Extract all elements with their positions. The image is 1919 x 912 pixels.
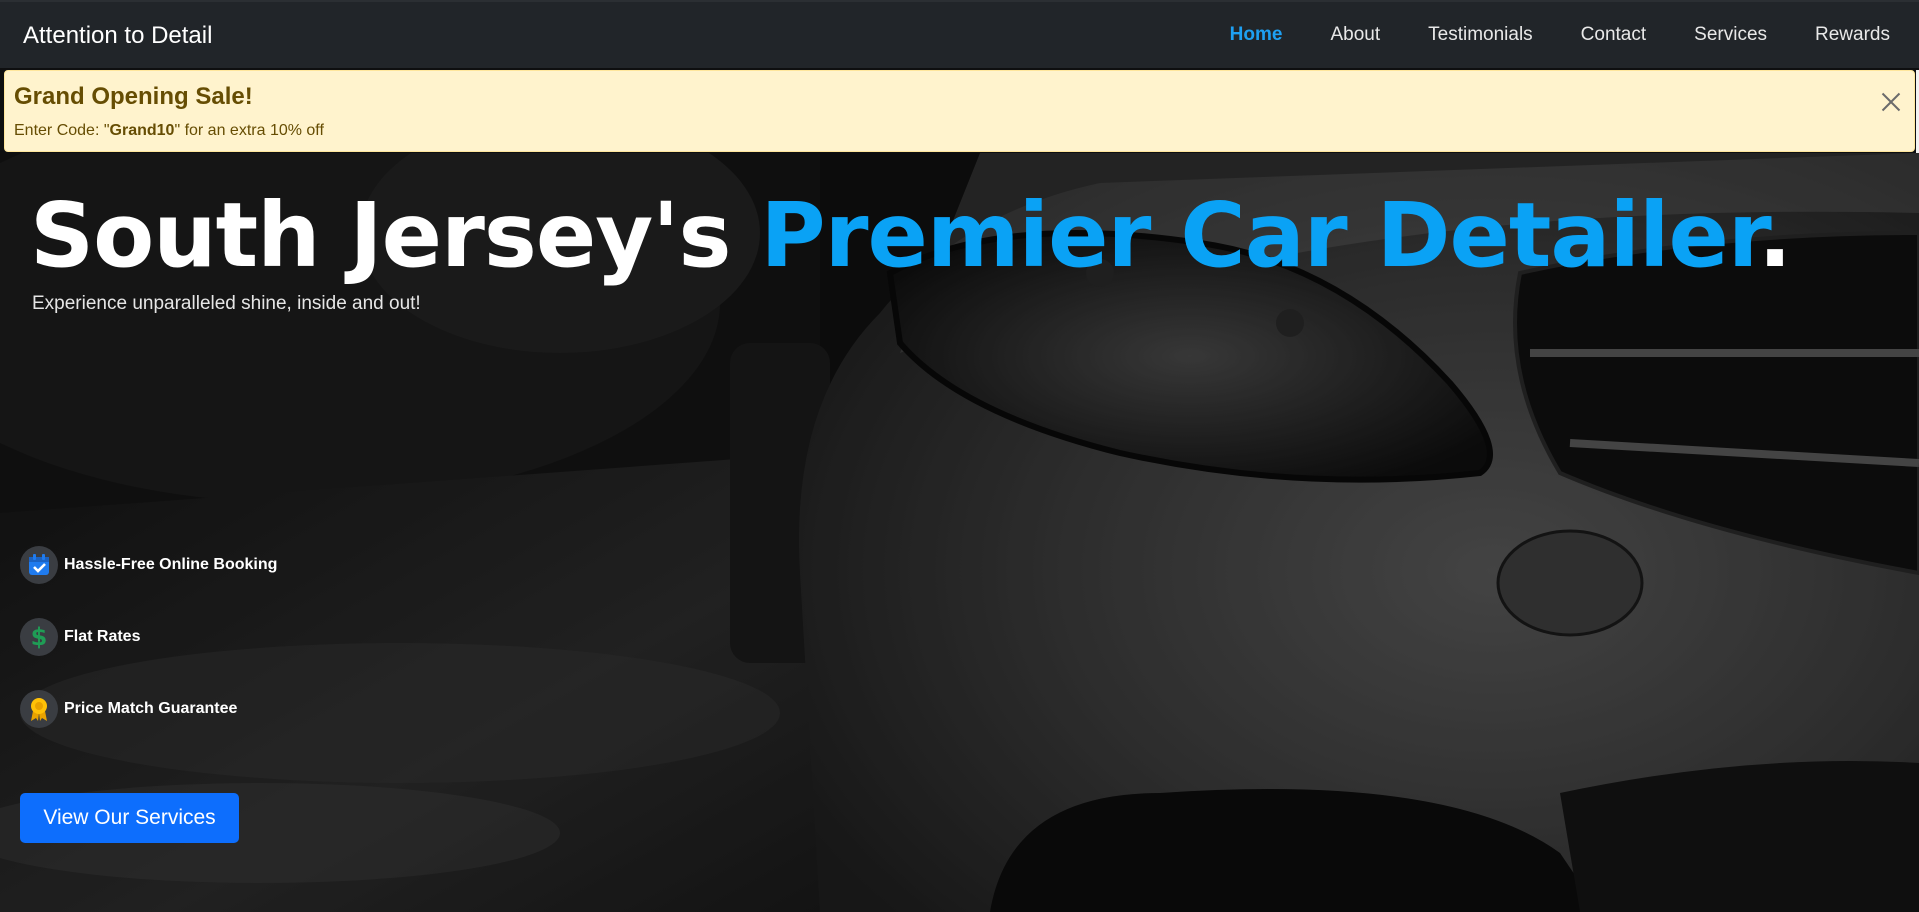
- feature-label: Hassle-Free Online Booking: [64, 556, 278, 573]
- alert-title: Grand Opening Sale!: [14, 83, 253, 110]
- nav-about[interactable]: About: [1330, 24, 1380, 46]
- alert-text-before: Enter Code: ": [14, 122, 110, 139]
- nav-services[interactable]: Services: [1694, 24, 1767, 46]
- calendar-check-icon: [20, 546, 58, 584]
- hero-title: South Jersey's Premier Car Detailer.: [30, 183, 1792, 287]
- promo-code: Grand10: [109, 122, 175, 139]
- navbar: Attention to Detail Home About Testimoni…: [0, 0, 1919, 68]
- hero-subtitle: Experience unparalleled shine, inside an…: [32, 293, 421, 314]
- hero-title-highlight: Premier Car Detailer: [760, 183, 1759, 287]
- nav-links: Home About Testimonials Contact Services…: [1182, 24, 1890, 46]
- nav-home[interactable]: Home: [1230, 24, 1283, 46]
- close-icon[interactable]: [1878, 89, 1904, 115]
- nav-testimonials[interactable]: Testimonials: [1428, 24, 1533, 46]
- feature-flat-rates: $ Flat Rates: [20, 618, 140, 656]
- promo-alert: Grand Opening Sale! Enter Code: "Grand10…: [4, 70, 1915, 152]
- svg-text:$: $: [31, 624, 48, 650]
- hero-title-part1: South Jersey's: [30, 183, 761, 287]
- dollar-icon: $: [20, 618, 58, 656]
- alert-text: Enter Code: "Grand10" for an extra 10% o…: [14, 122, 324, 140]
- hero-title-end: .: [1758, 183, 1792, 287]
- brand-logo[interactable]: Attention to Detail: [23, 22, 212, 50]
- view-services-button[interactable]: View Our Services: [20, 793, 239, 843]
- feature-label: Flat Rates: [64, 628, 141, 645]
- nav-rewards[interactable]: Rewards: [1815, 24, 1890, 46]
- feature-online-booking: Hassle-Free Online Booking: [20, 546, 277, 584]
- hero-section: South Jersey's Premier Car Detailer. Exp…: [0, 153, 1919, 912]
- feature-price-match: Price Match Guarantee: [20, 690, 237, 728]
- feature-label: Price Match Guarantee: [64, 700, 238, 717]
- nav-contact[interactable]: Contact: [1581, 24, 1646, 46]
- alert-text-after: " for an extra 10% off: [174, 122, 324, 139]
- award-icon: [20, 690, 58, 728]
